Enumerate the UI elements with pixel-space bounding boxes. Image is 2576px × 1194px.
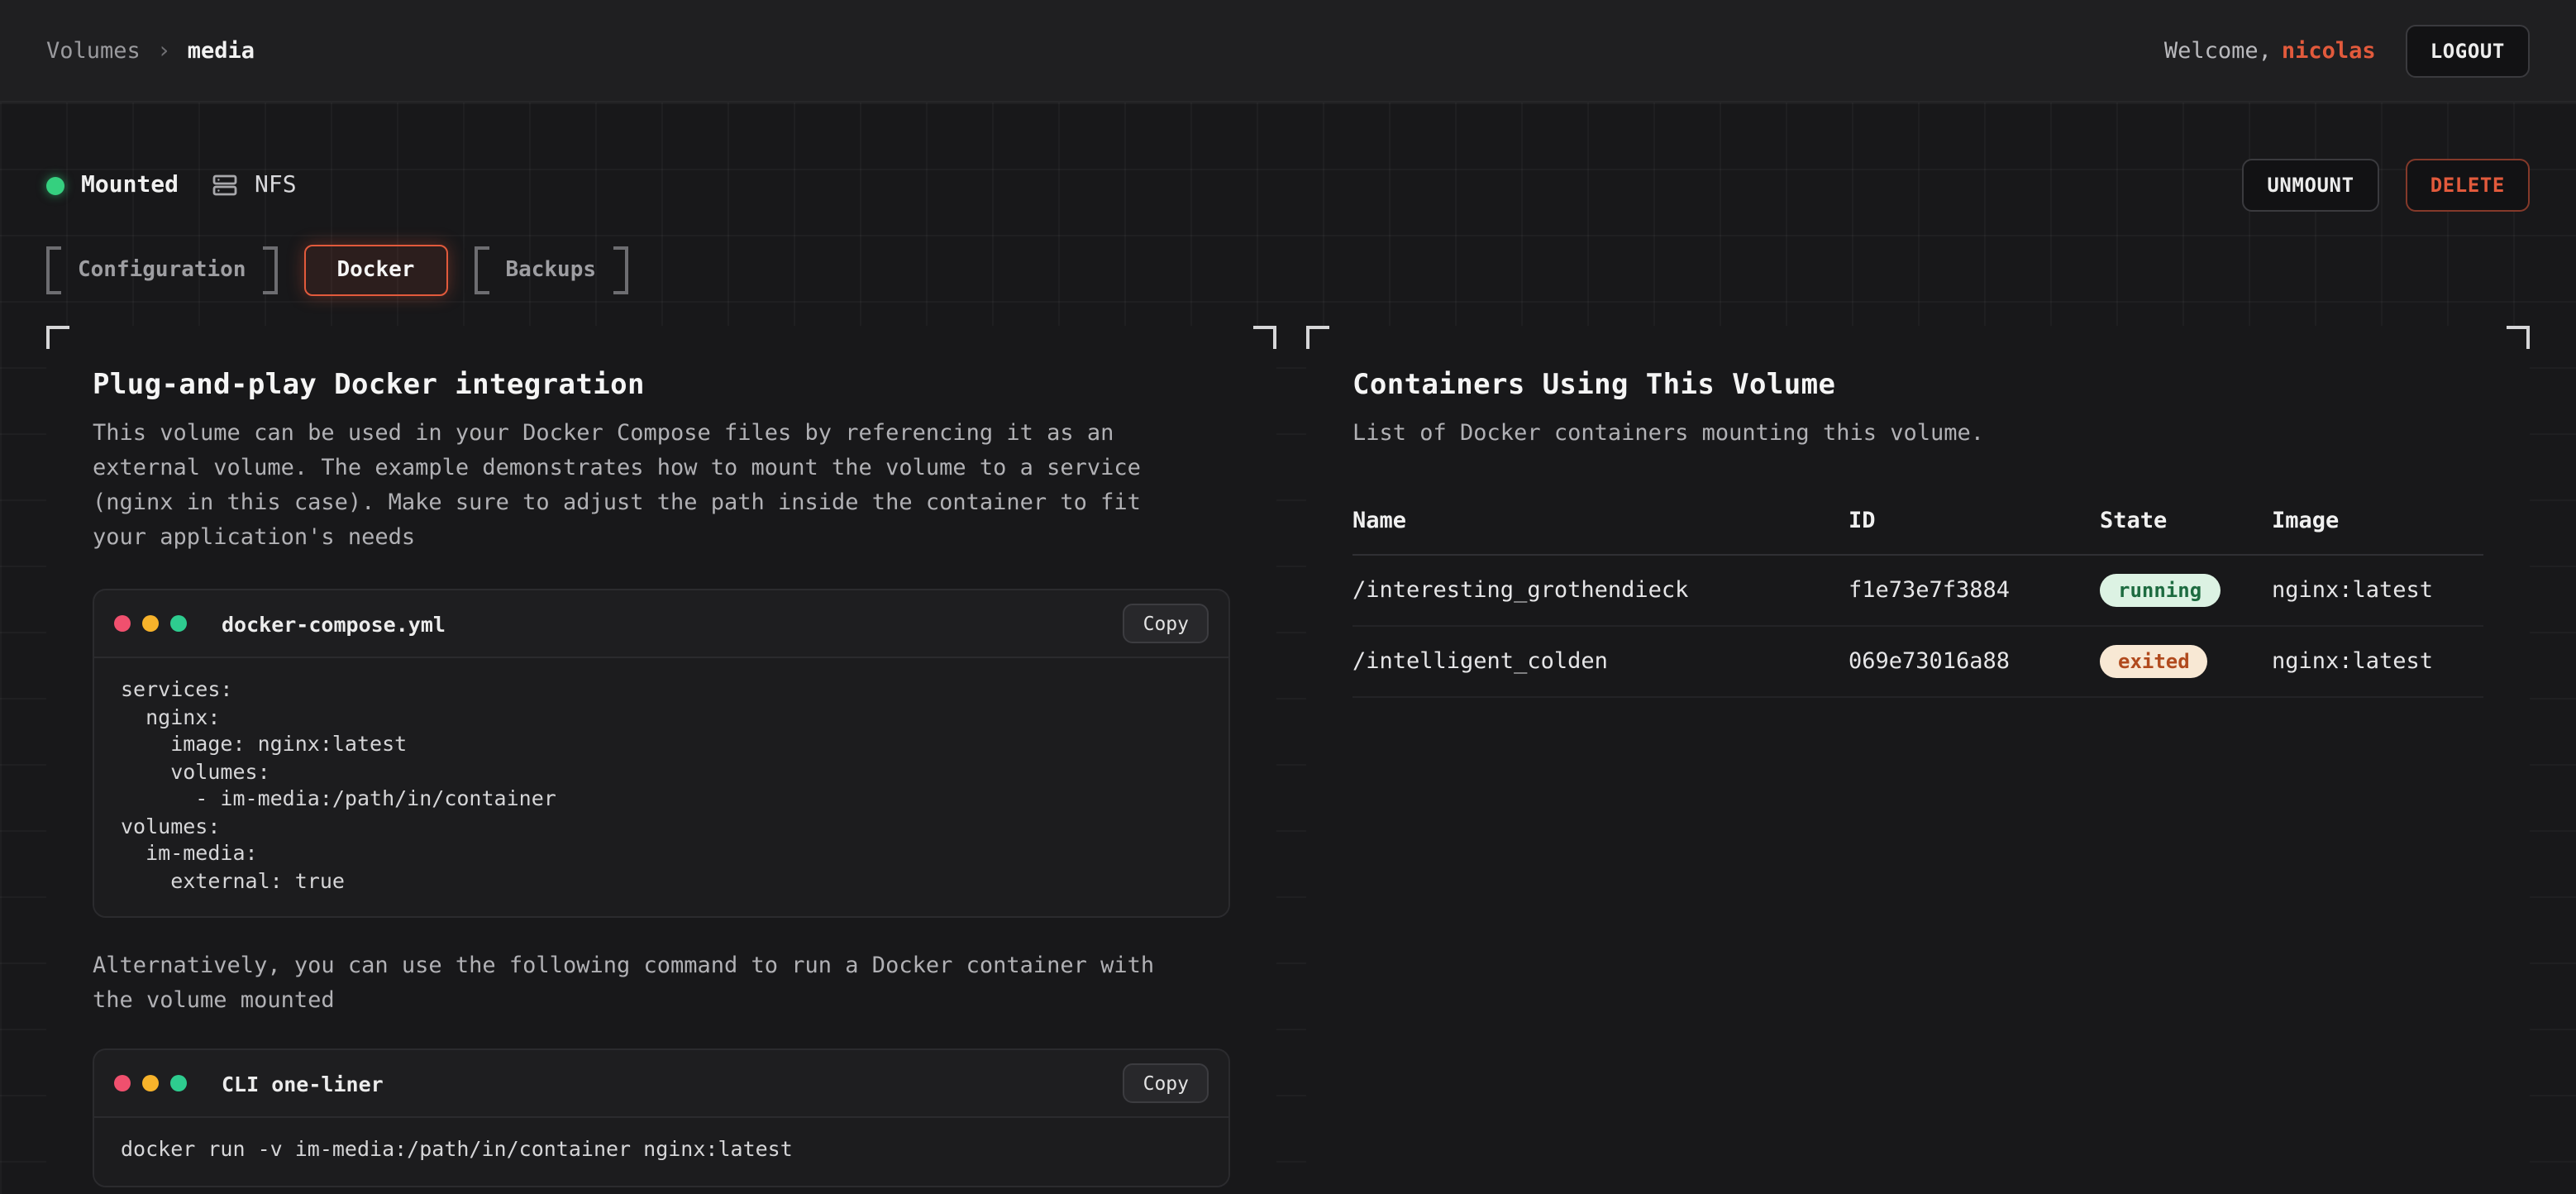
containers-panel: Containers Using This Volume List of Doc… [1306, 326, 2530, 1194]
logout-button[interactable]: LOGOUT [2406, 24, 2530, 77]
breadcrumb-current: media [188, 37, 255, 64]
container-id: f1e73e7f3884 [1849, 555, 2100, 626]
table-header-row: Name ID State Image [1352, 491, 2483, 555]
cli-intro-text: Alternatively, you can use the following… [93, 949, 1192, 1019]
status-actions: UNMOUNT DELETE [2242, 159, 2530, 212]
column-header-name: Name [1352, 491, 1849, 555]
panel-corner-icon [2507, 326, 2530, 349]
compose-code: services: nginx: image: nginx:latest vol… [94, 658, 1228, 916]
tab-configuration[interactable]: Configuration [46, 246, 278, 294]
column-header-image: Image [2272, 491, 2483, 555]
tab-docker[interactable]: Docker [304, 245, 448, 296]
traffic-light-red-icon [114, 1075, 131, 1091]
main-content: Mounted NFS UNMOUNT DELETE Configuration [0, 103, 2576, 1194]
username: nicolas [2282, 37, 2376, 64]
compose-code-block: docker-compose.yml Copy services: nginx:… [93, 589, 1230, 918]
cli-copy-button[interactable]: Copy [1123, 1063, 1209, 1103]
volume-status: Mounted NFS [46, 172, 297, 198]
status-row: Mounted NFS UNMOUNT DELETE [46, 159, 2530, 212]
traffic-light-yellow-icon [142, 1075, 159, 1091]
welcome-text: Welcome, nicolas [2164, 37, 2376, 64]
container-state: running [2100, 555, 2272, 626]
docker-panel-title: Plug-and-play Docker integration [93, 369, 1230, 402]
compose-filename: docker-compose.yml [222, 611, 446, 636]
traffic-light-red-icon [114, 615, 131, 632]
container-name: /interesting_grothendieck [1352, 555, 1849, 626]
containers-table: Name ID State Image /interesting_grothen… [1352, 491, 2483, 698]
breadcrumb-volumes-link[interactable]: Volumes [46, 37, 141, 64]
container-image: nginx:latest [2272, 555, 2483, 626]
top-bar: Volumes › media Welcome, nicolas LOGOUT [0, 0, 2576, 103]
tab-bar: Configuration Docker Backups [46, 245, 2530, 296]
containers-panel-title: Containers Using This Volume [1352, 369, 2483, 402]
mounted-status-dot-icon [46, 176, 64, 194]
panel-corner-icon [1253, 326, 1276, 349]
traffic-light-green-icon [170, 615, 187, 632]
column-header-id: ID [1849, 491, 2100, 555]
compose-copy-button[interactable]: Copy [1123, 604, 1209, 643]
breadcrumb: Volumes › media [46, 37, 255, 64]
container-name: /intelligent_colden [1352, 626, 1849, 697]
delete-button[interactable]: DELETE [2406, 159, 2530, 212]
unmount-button[interactable]: UNMOUNT [2242, 159, 2378, 212]
mounted-label: Mounted [81, 172, 179, 198]
panel-corner-icon [1306, 326, 1329, 349]
welcome-prefix: Welcome, [2164, 37, 2272, 64]
chevron-right-icon: › [157, 37, 171, 64]
traffic-light-green-icon [170, 1075, 187, 1091]
table-row: /interesting_grothendieck f1e73e7f3884 r… [1352, 555, 2483, 626]
state-badge: exited [2100, 645, 2208, 678]
state-badge: running [2100, 574, 2220, 607]
cli-code-header: CLI one-liner Copy [94, 1050, 1228, 1118]
traffic-light-yellow-icon [142, 615, 159, 632]
docker-panel-description: This volume can be used in your Docker C… [93, 417, 1192, 556]
cli-code-block: CLI one-liner Copy docker run -v im-medi… [93, 1048, 1230, 1187]
panels: Plug-and-play Docker integration This vo… [46, 326, 2530, 1194]
table-row: /intelligent_colden 069e73016a88 exited … [1352, 626, 2483, 697]
container-id: 069e73016a88 [1849, 626, 2100, 697]
topbar-right: Welcome, nicolas LOGOUT [2164, 24, 2530, 77]
panel-corner-icon [46, 326, 69, 349]
containers-table-wrap: Name ID State Image /interesting_grothen… [1352, 491, 2483, 698]
page: Volumes › media Welcome, nicolas LOGOUT M… [0, 0, 2576, 1194]
containers-panel-subtitle: List of Docker containers mounting this … [1352, 417, 2452, 451]
compose-code-header: docker-compose.yml Copy [94, 590, 1228, 658]
nfs-label: NFS [255, 172, 297, 198]
column-header-state: State [2100, 491, 2272, 555]
tab-backups[interactable]: Backups [474, 246, 627, 294]
server-stack-icon [212, 172, 238, 198]
container-state: exited [2100, 626, 2272, 697]
cli-filename: CLI one-liner [222, 1071, 384, 1096]
cli-code: docker run -v im-media:/path/in/containe… [94, 1118, 1228, 1185]
container-image: nginx:latest [2272, 626, 2483, 697]
docker-integration-panel: Plug-and-play Docker integration This vo… [46, 326, 1276, 1194]
